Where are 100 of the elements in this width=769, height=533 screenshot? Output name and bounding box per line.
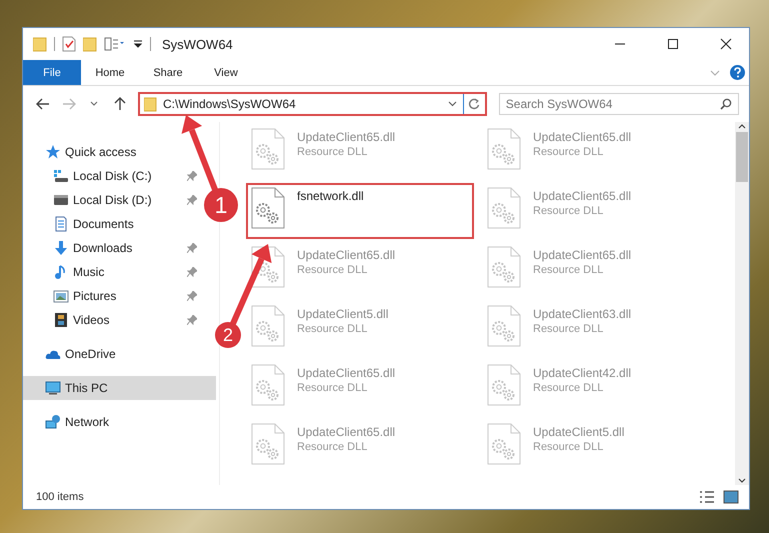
item-count: 100 items xyxy=(36,491,84,503)
maximize-icon[interactable] xyxy=(667,38,679,50)
gear-file-icon xyxy=(487,364,521,406)
file-item[interactable]: UpdateClient65.dll Resource DLL xyxy=(482,124,710,180)
nav-item[interactable]: Local Disk (D:) xyxy=(23,188,201,212)
gear-file-icon xyxy=(487,423,521,465)
file-item[interactable]: UpdateClient65.dll Resource DLL xyxy=(482,183,710,239)
refresh-icon[interactable] xyxy=(468,98,480,110)
gear-file-icon xyxy=(251,364,285,406)
file-item[interactable]: fsnetwork.dll xyxy=(246,183,474,239)
gear-file-icon xyxy=(487,128,521,170)
file-item[interactable]: UpdateClient5.dll Resource DLL xyxy=(482,419,710,475)
step-badge xyxy=(215,322,241,348)
scroll-down-icon[interactable] xyxy=(737,477,747,485)
nav-item[interactable]: OneDrive xyxy=(23,342,201,366)
scrollbar[interactable] xyxy=(735,122,749,485)
nav-item[interactable]: Music xyxy=(23,260,201,284)
file-name[interactable]: UpdateClient65.dll xyxy=(533,248,632,262)
nav-item[interactable]: Videos xyxy=(23,308,201,332)
pin-icon[interactable] xyxy=(187,267,197,277)
nav-item[interactable]: Pictures xyxy=(23,284,201,308)
file-type: Resource DLL xyxy=(297,441,368,453)
document-icon xyxy=(53,216,69,232)
scroll-thumb[interactable] xyxy=(736,132,748,182)
gear-file-icon xyxy=(487,305,521,347)
customize-caret-icon[interactable] xyxy=(133,39,143,49)
gear-file-icon xyxy=(487,187,521,229)
step-number: 1 xyxy=(214,192,228,218)
gear-file-icon xyxy=(251,128,285,170)
scroll-up-icon[interactable] xyxy=(737,122,747,130)
ribbon-tab[interactable]: File xyxy=(23,60,81,85)
nav-item[interactable]: This PC xyxy=(23,376,216,400)
ribbon-tab[interactable]: Home xyxy=(81,60,139,85)
gear-file-icon xyxy=(251,187,285,229)
file-item[interactable]: UpdateClient65.dll Resource DLL xyxy=(482,242,710,298)
search-icon xyxy=(720,98,732,110)
window-title: SysWOW64 xyxy=(162,36,233,52)
nav-item[interactable]: Local Disk (C:) xyxy=(23,164,201,188)
file-type: Resource DLL xyxy=(533,441,604,453)
pin-icon[interactable] xyxy=(187,243,197,253)
file-name[interactable]: UpdateClient65.dll xyxy=(297,366,396,380)
close-icon[interactable] xyxy=(720,38,732,50)
file-name[interactable]: UpdateClient65.dll xyxy=(533,189,632,203)
step-number: 2 xyxy=(223,325,233,345)
large-icons-view-icon[interactable] xyxy=(723,490,739,504)
network-icon xyxy=(45,414,61,430)
nav-item[interactable]: Quick access xyxy=(23,140,201,164)
back-arrow-icon[interactable] xyxy=(36,98,50,110)
pin-icon[interactable] xyxy=(187,315,197,325)
properties-check-icon[interactable] xyxy=(62,36,76,52)
address-bar[interactable]: C:\Windows\SysWOW64 xyxy=(138,92,487,116)
ribbon-tab[interactable]: View xyxy=(197,60,255,85)
download-icon xyxy=(53,240,69,256)
nav-item[interactable]: Documents xyxy=(23,212,201,236)
film-icon xyxy=(53,312,69,328)
step-badge xyxy=(204,188,238,222)
drive-icon xyxy=(53,192,69,208)
gear-file-icon xyxy=(487,246,521,288)
file-item[interactable]: UpdateClient5.dll Resource DLL xyxy=(246,301,474,357)
dropdown-caret-icon[interactable] xyxy=(448,101,457,107)
gear-file-icon xyxy=(251,423,285,465)
file-name[interactable]: UpdateClient65.dll xyxy=(297,248,396,262)
file-name[interactable]: UpdateClient65.dll xyxy=(297,425,396,439)
file-type: Resource DLL xyxy=(297,382,368,394)
picture-icon xyxy=(53,288,69,304)
layout-dropdown-icon[interactable] xyxy=(104,37,126,51)
file-type: Resource DLL xyxy=(297,146,368,158)
file-item[interactable]: UpdateClient65.dll Resource DLL xyxy=(246,124,474,180)
file-type: Resource DLL xyxy=(533,264,604,276)
gear-file-icon xyxy=(251,305,285,347)
file-type: Resource DLL xyxy=(297,323,368,335)
drive-icon xyxy=(53,168,69,184)
file-name[interactable]: UpdateClient5.dll xyxy=(533,425,624,439)
monitor-icon xyxy=(45,380,61,396)
file-item[interactable]: UpdateClient65.dll Resource DLL xyxy=(246,419,474,475)
recent-locations-caret-icon[interactable] xyxy=(90,101,98,107)
file-name[interactable]: UpdateClient42.dll xyxy=(533,366,632,380)
file-item[interactable]: UpdateClient63.dll Resource DLL xyxy=(482,301,710,357)
file-name[interactable]: UpdateClient5.dll xyxy=(297,307,388,321)
nav-item[interactable]: Downloads xyxy=(23,236,201,260)
file-name[interactable]: fsnetwork.dll xyxy=(297,189,364,203)
nav-item[interactable]: Network xyxy=(23,410,201,434)
search-bar[interactable]: Search SysWOW64 xyxy=(498,93,739,115)
file-name[interactable]: UpdateClient65.dll xyxy=(533,130,632,144)
file-item[interactable]: UpdateClient42.dll Resource DLL xyxy=(482,360,710,416)
ribbon-tab[interactable]: Share xyxy=(139,60,197,85)
file-type: Resource DLL xyxy=(533,382,604,394)
file-type: Resource DLL xyxy=(533,146,604,158)
file-type: Resource DLL xyxy=(533,323,604,335)
file-name[interactable]: UpdateClient63.dll xyxy=(533,307,632,321)
pin-icon[interactable] xyxy=(187,171,197,181)
file-type: Resource DLL xyxy=(297,264,368,276)
pin-icon[interactable] xyxy=(187,291,197,301)
up-arrow-icon[interactable] xyxy=(114,97,126,111)
details-view-icon[interactable] xyxy=(699,490,715,504)
help-icon[interactable] xyxy=(730,65,745,80)
file-item[interactable]: UpdateClient65.dll Resource DLL xyxy=(246,360,474,416)
expand-ribbon-icon[interactable] xyxy=(710,70,720,76)
file-name[interactable]: UpdateClient65.dll xyxy=(297,130,396,144)
pin-icon[interactable] xyxy=(187,195,197,205)
